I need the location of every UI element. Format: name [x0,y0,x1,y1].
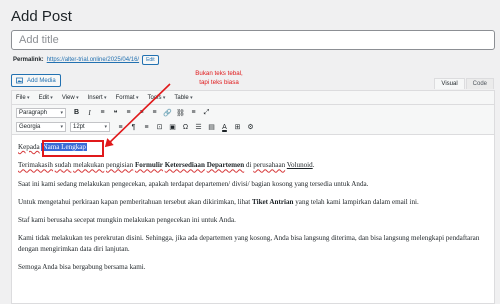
fullscreen-button[interactable]: ⤢ [202,108,211,117]
inline-word: pengisian [106,161,134,170]
insert-link-button[interactable]: 🔗 [163,108,172,117]
paragraph-select[interactable]: Paragraph ▾ [16,107,66,118]
font-size-value: 12pt [73,124,85,130]
content-paragraph: Saat ini kami sedang melakukan pengeceka… [18,179,369,188]
paragraph-select-value: Paragraph [19,109,48,116]
annotation-line-2: tapi teks biasa [199,78,239,86]
menu-edit[interactable]: Edit [39,95,53,101]
editor-menubar: File Edit View Insert Format Tools Table [12,91,494,105]
annotation-callout: Bukan teks tebal, tapi teks biasa [188,70,250,87]
font-size-select[interactable]: 12pt ▾ [70,122,110,132]
toolbar-row-2: Georgia ▾ 12pt ▾ ≡ ¶ ≡ ⊡ ▣ Ω ☰ ▤ A ⊞ ⚙ [12,120,494,135]
inline-text: Untuk mengetahui perkiraan kapan pemberi… [18,197,253,206]
format-button[interactable]: ▤ [207,123,216,132]
settings-button[interactable]: ⚙ [246,123,255,132]
tab-code[interactable]: Code [465,78,494,89]
chevron-down-icon: ▾ [60,124,63,130]
bold-word: Departemen [206,161,245,170]
toolbar-row-1: Paragraph ▾ B I ≡ ❝ ≡ ≡ ≡ 🔗 ⛓ ≡ ⤢ [12,105,494,120]
permalink-edit-button[interactable]: Edit [142,55,159,65]
table-button[interactable]: ⊞ [233,123,242,132]
inline-word: Volunoid [286,161,313,170]
content-paragraph: Staf kami berusaha secepat mungkin melak… [18,216,236,225]
bold-text: Tiket Antrian [252,197,294,206]
greeting-text: Kepada [18,143,40,151]
content-paragraph: Untuk mengetahui perkiraan kapan pemberi… [18,197,488,207]
paste-text-button[interactable]: ⊡ [155,123,164,132]
outdent-button[interactable]: ☰ [194,123,203,132]
menu-view[interactable]: View [62,95,79,101]
special-character-button[interactable]: Ω [181,123,190,132]
bold-word: Ketersediaan [164,161,205,170]
align-left-button[interactable]: ≡ [124,108,133,117]
paragraph-mark-button[interactable]: ¶ [129,123,138,132]
add-media-button[interactable]: Add Media [11,74,61,87]
inline-word: perusahaan [253,161,286,170]
page-title: Add Post [11,8,72,25]
inline-word: Terimakasih [18,161,53,170]
font-family-select[interactable]: Georgia ▾ [16,122,66,132]
menu-file[interactable]: File [16,95,30,101]
inline-text: yang telah kami lampirkan dalam email in… [293,197,419,206]
menu-table[interactable]: Table [174,95,192,101]
annotation-line-1: Bukan teks tebal, [195,70,243,77]
permalink-url[interactable]: https://alter-trial.online/2025/04/16/ [47,57,139,63]
menu-format[interactable]: Format [116,95,139,101]
blockquote-button[interactable]: ❝ [111,108,120,117]
read-more-button[interactable]: ≡ [189,108,198,117]
editor-tabs: Visual Code [434,78,494,89]
menu-insert[interactable]: Insert [88,95,107,101]
align-center-button[interactable]: ≡ [137,108,146,117]
content-paragraph: Terimakasih sudah melakukan pengisian Fo… [18,160,488,170]
bold-button[interactable]: B [72,108,81,117]
inline-word: melakukan [73,161,105,170]
indent-button[interactable]: ≡ [142,123,151,132]
tab-visual[interactable]: Visual [434,78,465,89]
menu-tools[interactable]: Tools [147,95,165,101]
align-right-button[interactable]: ≡ [150,108,159,117]
permalink-label: Permalink: [13,57,44,63]
add-media-label: Add Media [27,77,56,84]
permalink-row: Permalink: https://alter-trial.online/20… [13,55,159,65]
justify-button[interactable]: ≡ [116,123,125,132]
bold-word: Formulir [134,161,163,170]
chevron-down-icon: ▾ [104,124,107,130]
text-color-button[interactable]: A [220,123,229,132]
inline-word: sudah [54,161,72,170]
post-title-input[interactable] [11,30,495,50]
inline-text: . [312,161,315,170]
insert-media-button[interactable]: ▣ [168,123,177,132]
media-icon [16,77,23,84]
inline-text: di [244,161,254,170]
font-family-value: Georgia [19,124,41,130]
annotation-highlight-box [42,140,104,157]
content-paragraph: Kami tidak melakukan tes perekrutan disi… [18,234,480,253]
content-editor: File Edit View Insert Format Tools Table… [11,90,495,304]
remove-link-button[interactable]: ⛓ [176,108,185,117]
italic-button[interactable]: I [85,108,94,117]
content-paragraph: Semoga Anda bisa bergabung bersama kami. [18,262,146,271]
bullet-list-button[interactable]: ≡ [98,108,107,117]
chevron-down-icon: ▾ [60,109,63,116]
